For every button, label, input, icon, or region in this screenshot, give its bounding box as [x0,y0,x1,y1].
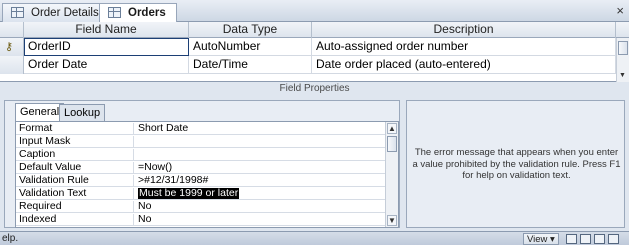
field-name-cell[interactable]: OrderID [24,38,189,56]
status-bar: elp. View ▾ [0,231,629,245]
property-row[interactable]: Format Short Date [16,123,387,135]
tab-order-details[interactable]: Order Details [2,3,110,22]
field-grid: Field Name Data Type Description ⚷ Order… [0,22,629,82]
property-panel: General Lookup Format Short Date Input M… [4,100,400,228]
property-sheet: Format Short Date Input Mask Caption Def… [15,121,399,228]
field-properties-label: Field Properties [0,83,629,96]
tab-general[interactable]: General [15,103,65,121]
header-description[interactable]: Description [312,22,616,38]
property-label: Indexed [19,214,134,226]
property-label: Validation Rule [19,175,134,187]
property-value[interactable]: Short Date [138,123,188,134]
property-value[interactable]: No [138,201,151,212]
primary-key-icon: ⚷ [5,41,14,53]
validation-text-input[interactable]: Must be 1999 or later [138,188,240,199]
data-type-cell[interactable]: Date/Time [189,56,312,74]
datasheet-view-icon[interactable] [566,234,577,244]
table-row[interactable]: Order Date Date/Time Date order placed (… [0,56,629,74]
table-icon [108,7,121,18]
help-panel: The error message that appears when you … [406,100,625,228]
header-field-name[interactable]: Field Name [24,22,189,38]
property-label: Input Mask [19,136,134,148]
property-label: Caption [19,149,134,161]
close-icon[interactable]: × [616,3,624,18]
property-row[interactable]: Input Mask [16,136,387,148]
table-icon [11,7,24,18]
description-cell[interactable]: Auto-assigned order number [312,38,616,56]
header-data-type[interactable]: Data Type [189,22,312,38]
scroll-down-icon[interactable]: ▼ [387,215,397,226]
grid-header: Field Name Data Type Description [0,22,629,38]
property-value[interactable]: >#12/31/1998# [138,175,208,186]
row-selector[interactable]: ⚷ [0,38,24,56]
property-label: Validation Text [19,188,134,200]
field-name-cell[interactable]: Order Date [24,56,189,74]
property-label: Required [19,201,134,213]
scrollbar-thumb[interactable] [387,136,397,152]
scrollbar-thumb[interactable] [618,41,628,55]
tab-label: Order Details [31,7,99,19]
property-label: Default Value [19,162,134,174]
table-row[interactable]: ⚷ OrderID AutoNumber Auto-assigned order… [0,38,629,56]
property-row[interactable]: Caption [16,149,387,161]
grid-scrollbar[interactable]: ▼ [616,38,629,82]
property-row[interactable]: Validation Rule >#12/31/1998# [16,175,387,187]
data-type-cell[interactable]: AutoNumber [189,38,312,56]
scroll-down-icon[interactable]: ▼ [619,72,626,79]
property-scrollbar[interactable]: ▲ ▼ [385,122,398,227]
pivottable-view-icon[interactable] [580,234,591,244]
property-row[interactable]: Default Value =Now() [16,162,387,174]
property-row[interactable]: Required No [16,201,387,213]
property-value[interactable]: No [138,214,151,225]
property-row[interactable]: Indexed No [16,214,387,226]
selector-header [0,22,24,38]
view-button[interactable]: View ▾ [523,233,559,245]
design-view-icon[interactable] [608,234,619,244]
row-selector[interactable] [0,56,24,74]
scroll-up-icon[interactable]: ▲ [387,123,397,134]
property-row[interactable]: Validation Text Must be 1999 or later [16,188,387,200]
property-value[interactable]: =Now() [138,162,172,173]
description-cell[interactable]: Date order placed (auto-entered) [312,56,616,74]
document-tab-bar: Order Details Orders × [0,0,629,23]
property-label: Format [19,123,134,135]
help-text: The error message that appears when you … [412,147,621,181]
tab-lookup[interactable]: Lookup [59,104,106,121]
status-text: elp. [2,233,19,244]
pivotchart-view-icon[interactable] [594,234,605,244]
tab-label: Orders [128,7,166,19]
tab-orders[interactable]: Orders [99,3,177,23]
